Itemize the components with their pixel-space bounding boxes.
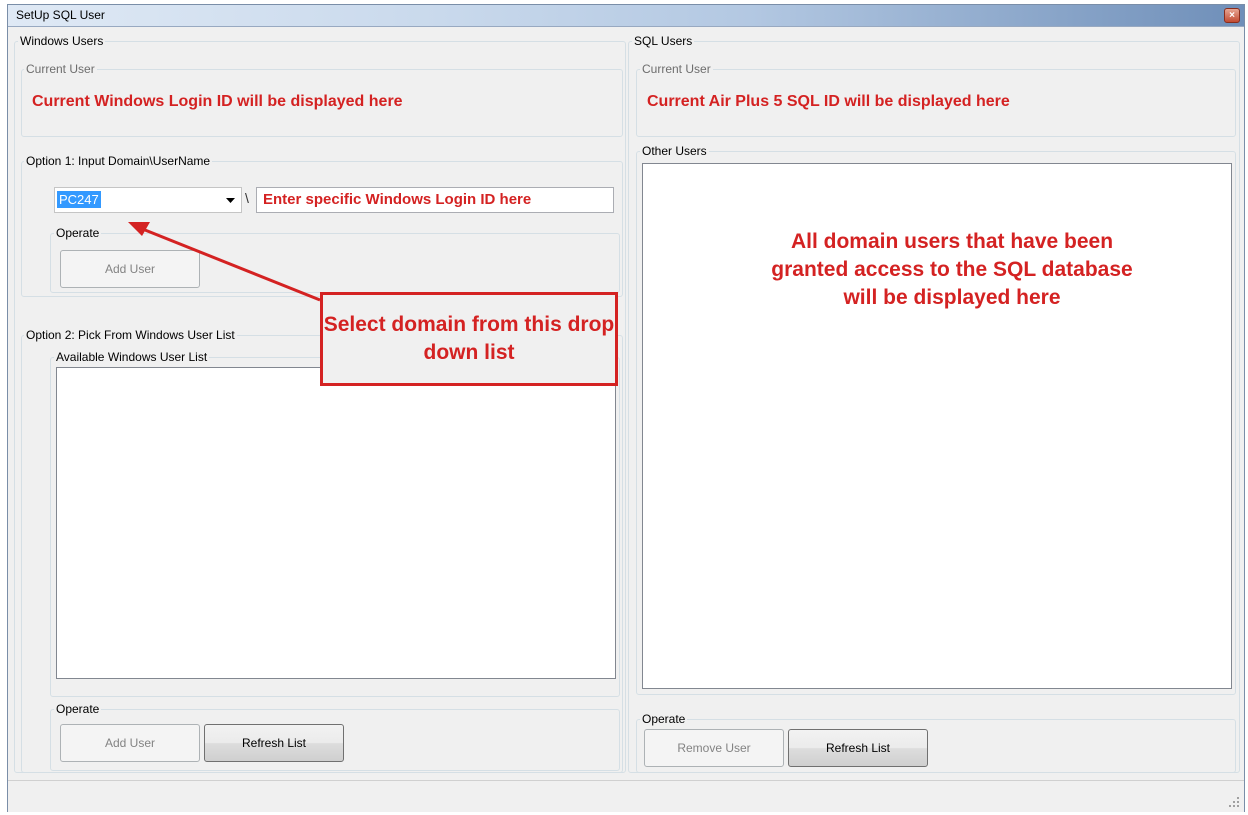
callout-arrow	[128, 222, 321, 302]
arrow-head-icon	[128, 222, 150, 236]
domain-callout-box: Select domain from this drop down list	[320, 292, 618, 386]
